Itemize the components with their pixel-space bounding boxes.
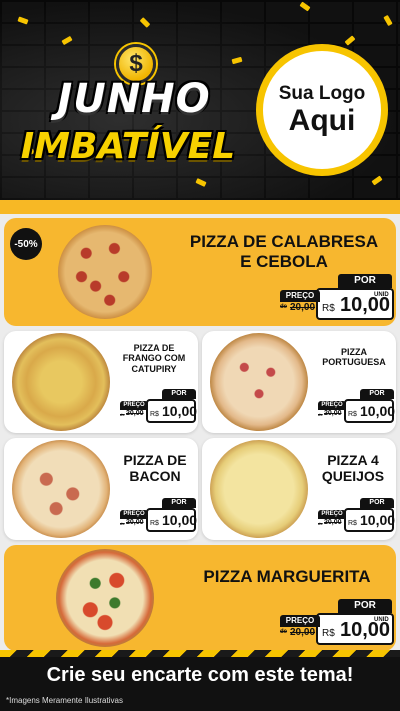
product-name-line1: PIZZA DE	[123, 452, 187, 468]
price-tag: POR PREÇO de 20,00 R$ 10,00	[316, 498, 396, 536]
product-name-line2: QUEIJOS	[321, 468, 385, 485]
price-por-label: POR	[162, 498, 196, 508]
product-name-line2: BACON	[129, 468, 181, 485]
store-logo-line2: Aqui	[288, 104, 356, 138]
price-preco-label: PREÇO	[280, 290, 320, 302]
disclaimer-text: *Imagens Meramente Ilustrativas	[6, 696, 123, 705]
pizza-portuguesa-image	[210, 333, 308, 431]
price-de-label: de	[280, 629, 288, 635]
price-currency: R$	[322, 303, 335, 314]
store-logo-placeholder[interactable]: Sua Logo Aqui	[256, 44, 388, 176]
price-tag: POR PREÇO de 20,00 R$ 10,00 UNID	[276, 274, 394, 322]
confetti-piece	[139, 17, 151, 28]
confetti-piece	[371, 175, 383, 186]
price-de-label: de	[120, 521, 125, 526]
cta-banner[interactable]: Crie seu encarte com este tema!	[0, 657, 400, 693]
price-tag: POR PREÇO de 20,00 R$ 10,00	[316, 389, 396, 427]
product-name-line1: PIZZA DE	[133, 343, 175, 353]
confetti-piece	[17, 16, 29, 25]
price-value: 10,00	[162, 403, 198, 419]
price-tag: POR PREÇO de 20,00 R$ 10,00 UNID	[276, 599, 394, 647]
price-de-label: de	[318, 412, 323, 417]
campaign-title-line2: IMBATÍVEL	[20, 126, 236, 167]
discount-badge: -50%	[10, 228, 42, 260]
confetti-piece	[299, 1, 311, 12]
price-currency: R$	[150, 520, 159, 527]
price-currency: R$	[150, 411, 159, 418]
price-value: 10,00	[360, 512, 396, 528]
pizza-calabresa-image	[58, 225, 152, 319]
product-name: PIZZA PORTUGUESA	[314, 347, 394, 368]
featured-product-name: PIZZA MARGUERITA	[203, 567, 371, 586]
price-old: 20,00	[324, 410, 342, 417]
price-preco-label: PREÇO	[280, 615, 320, 627]
pizza-frango-image	[12, 333, 110, 431]
price-value: 10,00	[360, 403, 396, 419]
product-card[interactable]: PIZZA 4 QUEIJOS POR PREÇO de 20,00 R$ 10…	[202, 438, 396, 540]
price-por-label: POR	[338, 274, 392, 288]
price-por-label: POR	[360, 498, 394, 508]
price-de-label: de	[120, 412, 125, 417]
price-old: 20,00	[126, 519, 144, 526]
price-tag: POR PREÇO de 20,00 R$ 10,00	[118, 498, 198, 536]
featured-product-card[interactable]: PIZZA MARGUERITA POR PREÇO de 20,00 R$ 1…	[4, 545, 396, 651]
price-preco-label: PREÇO	[120, 401, 148, 410]
price-de-label: de	[318, 521, 323, 526]
product-name-line2: PORTUGUESA	[322, 357, 386, 368]
product-name-line3: CATUPIRY	[131, 363, 177, 374]
product-name-line2: FRANGO COM	[122, 353, 186, 364]
price-value: 10,00	[162, 512, 198, 528]
confetti-piece	[344, 35, 356, 46]
price-preco-label: PREÇO	[318, 401, 346, 410]
disclaimer-bar: *Imagens Meramente Ilustrativas	[0, 693, 400, 711]
product-name: PIZZA DE BACON	[114, 452, 196, 484]
product-card[interactable]: PIZZA PORTUGUESA POR PREÇO de 20,00 R$ 1…	[202, 331, 396, 433]
price-por-label: POR	[162, 389, 196, 399]
campaign-title-line1: JUNHO	[57, 76, 211, 122]
product-card[interactable]: PIZZA DE BACON POR PREÇO de 20,00 R$ 10,…	[4, 438, 198, 540]
price-old: 20,00	[290, 302, 316, 313]
price-por-label: POR	[360, 389, 394, 399]
price-currency: R$	[348, 520, 357, 527]
price-unit: UNID	[374, 292, 389, 298]
price-currency: R$	[348, 411, 357, 418]
price-por-label: POR	[338, 599, 392, 613]
price-currency: R$	[322, 628, 335, 639]
price-tag: POR PREÇO de 20,00 R$ 10,00	[118, 389, 198, 427]
price-preco-label: PREÇO	[120, 510, 148, 519]
price-old: 20,00	[126, 410, 144, 417]
featured-name-line2: E CEBOLA	[240, 251, 328, 271]
store-logo-line1: Sua Logo	[278, 83, 366, 105]
pizza-marguerita-image	[56, 549, 154, 647]
price-old: 20,00	[290, 627, 316, 638]
price-old: 20,00	[324, 519, 342, 526]
product-name: PIZZA DE FRANGO COM CATUPIRY	[112, 343, 196, 374]
pizza-queijos-image	[210, 440, 308, 538]
confetti-piece	[383, 14, 393, 27]
product-card[interactable]: PIZZA DE FRANGO COM CATUPIRY POR PREÇO d…	[4, 331, 198, 433]
featured-product-card[interactable]: -50% PIZZA DE CALABRESA E CEBOLA POR PRE…	[4, 218, 396, 326]
campaign-logo: $ JUNHO IMBATÍVEL	[8, 44, 248, 184]
product-name-line1: PIZZA 4	[327, 452, 379, 468]
featured-name-line1: PIZZA DE CALABRESA	[189, 232, 379, 251]
price-de-label: de	[280, 304, 288, 310]
product-name-line1: PIZZA	[341, 347, 367, 357]
divider-stripe	[0, 200, 400, 214]
price-preco-label: PREÇO	[318, 510, 346, 519]
price-unit: UNID	[374, 617, 389, 623]
featured-product-name: PIZZA DE CALABRESA E CEBOLA	[174, 232, 394, 271]
pizza-bacon-image	[12, 440, 110, 538]
product-name: PIZZA 4 QUEIJOS	[312, 452, 394, 484]
